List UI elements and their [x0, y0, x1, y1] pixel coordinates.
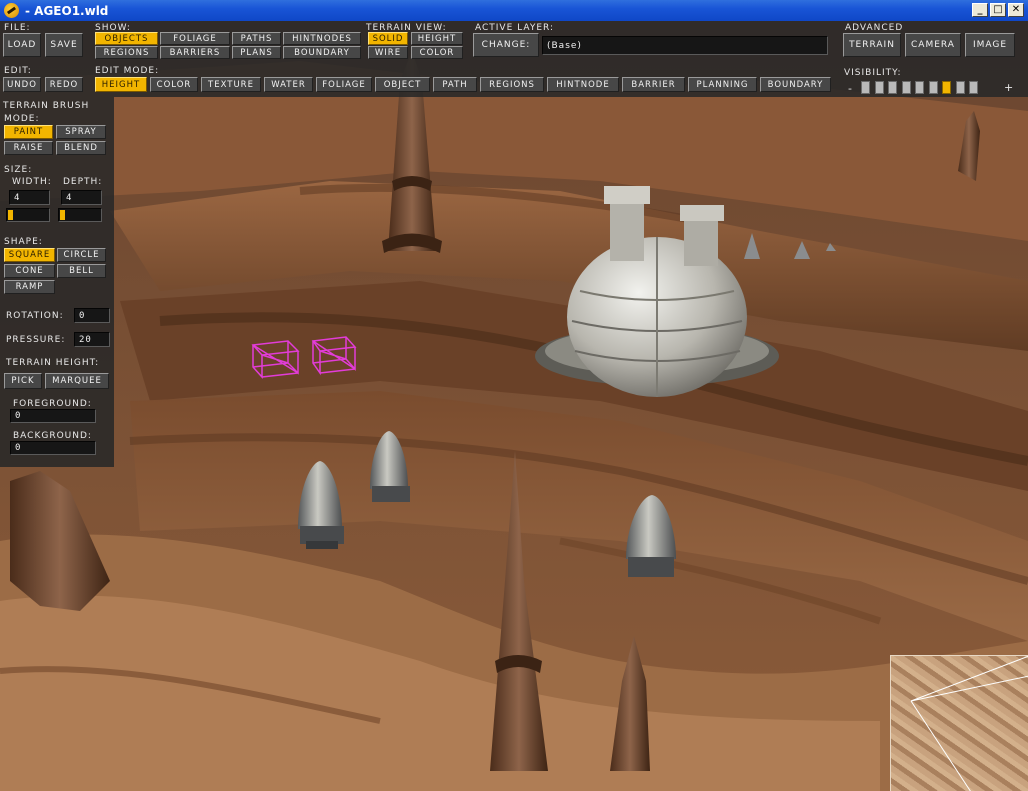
shape-square-button[interactable]: Square	[4, 248, 55, 262]
background-input[interactable]: 0	[10, 441, 96, 455]
active-layer-label: Active Layer:	[475, 23, 555, 33]
mode-path-tab[interactable]: Path	[433, 77, 477, 92]
size-label: Size:	[4, 165, 33, 175]
show-hintnodes-toggle[interactable]: HintNodes	[283, 32, 361, 45]
pick-button[interactable]: Pick	[4, 373, 42, 389]
mode-boundary-tab[interactable]: Boundary	[760, 77, 831, 92]
visibility-segment[interactable]	[915, 81, 924, 94]
file-label: File:	[4, 23, 31, 33]
redo-button[interactable]: Redo	[45, 77, 83, 92]
show-plans-toggle[interactable]: Plans	[232, 46, 281, 59]
show-objects-toggle[interactable]: Objects	[95, 32, 158, 45]
visibility-segment[interactable]	[901, 81, 911, 94]
change-layer-button[interactable]: Change:	[473, 33, 539, 57]
window-controls: _ □ ✕	[972, 3, 1024, 17]
rotation-label: Rotation:	[6, 311, 64, 321]
width-slider-thumb[interactable]	[8, 210, 13, 220]
window-titlebar: - AGEO1.wld _ □ ✕	[0, 0, 1028, 21]
visibility-segment[interactable]	[942, 81, 951, 94]
rotation-input[interactable]: 0	[74, 308, 110, 323]
visibility-segment[interactable]	[928, 81, 938, 94]
brush-title: Terrain Brush	[3, 101, 90, 111]
visibility-segment[interactable]	[861, 81, 870, 94]
width-slider[interactable]	[6, 208, 50, 222]
shape-ramp-button[interactable]: Ramp	[4, 280, 55, 294]
show-foliage-toggle[interactable]: Foliage	[160, 32, 230, 45]
edit-label: Edit:	[4, 66, 32, 76]
app-icon	[4, 3, 19, 18]
shape-bell-button[interactable]: Bell	[57, 264, 106, 278]
window-title: - AGEO1.wld	[25, 3, 109, 18]
active-layer-field[interactable]: (Base)	[542, 36, 828, 55]
mode-height-tab[interactable]: Height	[95, 77, 147, 92]
mode-texture-tab[interactable]: Texture	[201, 77, 261, 92]
terrain-scene	[0, 21, 1028, 791]
visibility-segment[interactable]	[955, 81, 965, 94]
visibility-segment[interactable]	[874, 81, 884, 94]
foreground-input[interactable]: 0	[10, 409, 96, 423]
brush-mode-label: Mode:	[4, 114, 40, 124]
advanced-camera-button[interactable]: Camera	[905, 33, 961, 57]
visibility-increase-button[interactable]: +	[1004, 81, 1014, 94]
view-color-toggle[interactable]: Color	[411, 46, 463, 59]
save-button[interactable]: Save	[45, 33, 83, 57]
view-solid-toggle[interactable]: Solid	[368, 32, 408, 45]
visibility-decrease-button[interactable]: -	[848, 82, 853, 95]
visibility-segment[interactable]	[969, 81, 978, 94]
minimize-button[interactable]: _	[972, 3, 988, 17]
close-button[interactable]: ✕	[1008, 3, 1024, 17]
shape-cone-button[interactable]: Cone	[4, 264, 55, 278]
background-label: Background:	[13, 431, 92, 441]
brush-paint-button[interactable]: Paint	[4, 125, 53, 139]
advanced-image-button[interactable]: Image	[965, 33, 1015, 57]
mode-regions-tab[interactable]: Regions	[480, 77, 544, 92]
mode-planning-tab[interactable]: Planning	[688, 77, 757, 92]
minimap-camera-frustum	[910, 656, 1028, 791]
pressure-label: Pressure:	[6, 335, 66, 345]
shape-label: Shape:	[4, 237, 43, 247]
brush-blend-button[interactable]: Blend	[56, 141, 106, 155]
advanced-label: Advanced	[845, 23, 904, 33]
width-label: Width:	[12, 177, 52, 187]
brush-spray-button[interactable]: Spray	[56, 125, 106, 139]
load-button[interactable]: Load	[3, 33, 41, 57]
view-wire-toggle[interactable]: Wire	[368, 46, 408, 59]
show-regions-toggle[interactable]: Regions	[95, 46, 158, 59]
pressure-input[interactable]: 20	[74, 332, 110, 347]
advanced-terrain-button[interactable]: Terrain	[843, 33, 901, 57]
visibility-label: Visibility:	[844, 68, 902, 78]
depth-slider[interactable]	[58, 208, 102, 222]
show-barriers-toggle[interactable]: Barriers	[160, 46, 230, 59]
edit-mode-label: Edit Mode:	[95, 66, 160, 76]
show-paths-toggle[interactable]: Paths	[232, 32, 281, 45]
brush-raise-button[interactable]: Raise	[4, 141, 53, 155]
mode-water-tab[interactable]: Water	[264, 77, 313, 92]
view-height-toggle[interactable]: Height	[411, 32, 463, 45]
mode-color-tab[interactable]: Color	[150, 77, 198, 92]
mode-barrier-tab[interactable]: Barrier	[622, 77, 685, 92]
mode-foliage-tab[interactable]: Foliage	[316, 77, 372, 92]
mode-hintnode-tab[interactable]: HintNode	[547, 77, 619, 92]
show-boundary-toggle[interactable]: Boundary	[283, 46, 361, 59]
terrain-height-label: Terrain Height:	[6, 358, 100, 368]
depth-label: Depth:	[63, 177, 103, 187]
maximize-button[interactable]: □	[990, 3, 1006, 17]
depth-slider-thumb[interactable]	[60, 210, 65, 220]
shape-circle-button[interactable]: Circle	[57, 248, 106, 262]
foreground-label: Foreground:	[13, 399, 92, 409]
width-input[interactable]: 4	[9, 190, 50, 205]
minimap[interactable]	[890, 655, 1028, 791]
marquee-button[interactable]: Marquee	[45, 373, 109, 389]
undo-button[interactable]: Undo	[3, 77, 41, 92]
mode-object-tab[interactable]: Object	[375, 77, 430, 92]
terrain-viewport[interactable]	[0, 21, 1028, 791]
depth-input[interactable]: 4	[61, 190, 102, 205]
visibility-segment[interactable]	[888, 81, 897, 94]
